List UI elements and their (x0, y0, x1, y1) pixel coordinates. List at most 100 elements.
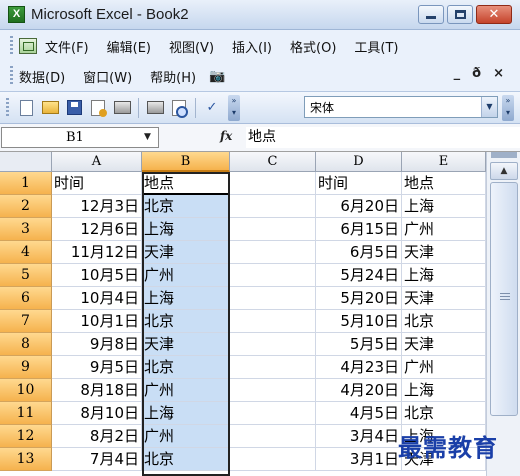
cell-e8[interactable]: 天津 (402, 333, 486, 356)
cell-e4[interactable]: 天津 (402, 241, 486, 264)
cell-a13[interactable]: 7月4日 (52, 448, 142, 471)
email-button[interactable] (112, 98, 132, 118)
cell-e3[interactable]: 广州 (402, 218, 486, 241)
cell-b1[interactable]: 地点 (142, 172, 230, 195)
print-button[interactable] (145, 98, 165, 118)
cell-a6[interactable]: 10月4日 (52, 287, 142, 310)
cell-b7[interactable]: 北京 (142, 310, 230, 333)
cell-a2[interactable]: 12月3日 (52, 195, 142, 218)
cell-a12[interactable]: 8月2日 (52, 425, 142, 448)
workbook-minimize-button[interactable]: _ (454, 66, 461, 81)
menu-grip[interactable] (10, 36, 13, 56)
chevron-down-icon[interactable]: ▼ (481, 97, 497, 117)
cell-a9[interactable]: 9月5日 (52, 356, 142, 379)
formatting-toolbar-options-button[interactable]: » ▾ (502, 95, 514, 121)
cell-d6[interactable]: 5月20日 (316, 287, 402, 310)
row-header-2[interactable]: 2 (0, 195, 52, 218)
cell-e7[interactable]: 北京 (402, 310, 486, 333)
cell-e10[interactable]: 上海 (402, 379, 486, 402)
cell-c2[interactable] (230, 195, 316, 218)
select-all-corner[interactable] (0, 152, 52, 172)
font-name-combo[interactable]: 宋体 ▼ (304, 96, 498, 118)
row-header-4[interactable]: 4 (0, 241, 52, 264)
cell-a10[interactable]: 8月18日 (52, 379, 142, 402)
cell-b4[interactable]: 天津 (142, 241, 230, 264)
row-header-12[interactable]: 12 (0, 425, 52, 448)
workbook-close-button[interactable]: × (493, 66, 504, 81)
cell-b6[interactable]: 上海 (142, 287, 230, 310)
cell-b12[interactable]: 广州 (142, 425, 230, 448)
permission-button[interactable] (88, 98, 108, 118)
menu-view[interactable]: 视图(V) (160, 37, 223, 56)
cell-a3[interactable]: 12月6日 (52, 218, 142, 241)
cell-d10[interactable]: 4月20日 (316, 379, 402, 402)
menu-window[interactable]: 窗口(W) (74, 67, 141, 86)
column-header-b[interactable]: B (142, 152, 230, 172)
cell-e6[interactable]: 天津 (402, 287, 486, 310)
row-header-1[interactable]: 1 (0, 172, 52, 195)
cell-e11[interactable]: 北京 (402, 402, 486, 425)
formula-input[interactable]: 地点 (246, 127, 520, 148)
column-header-d[interactable]: D (316, 152, 402, 172)
cell-d2[interactable]: 6月20日 (316, 195, 402, 218)
workbook-restore-button[interactable]: ð (472, 66, 481, 81)
row-header-10[interactable]: 10 (0, 379, 52, 402)
menu-file[interactable]: 文件(F) (45, 37, 98, 56)
close-button[interactable]: ✕ (476, 5, 512, 24)
open-button[interactable] (40, 98, 60, 118)
row-header-6[interactable]: 6 (0, 287, 52, 310)
row-header-7[interactable]: 7 (0, 310, 52, 333)
cell-c5[interactable] (230, 264, 316, 287)
cell-c10[interactable] (230, 379, 316, 402)
cell-c8[interactable] (230, 333, 316, 356)
menu-insert[interactable]: 插入(I) (223, 37, 281, 56)
column-header-c[interactable]: C (230, 152, 316, 172)
cell-c13[interactable] (230, 448, 316, 471)
scroll-thumb[interactable] (490, 182, 518, 416)
cell-c6[interactable] (230, 287, 316, 310)
cell-d12[interactable]: 3月4日 (316, 425, 402, 448)
cell-e2[interactable]: 上海 (402, 195, 486, 218)
save-button[interactable] (64, 98, 84, 118)
print-preview-button[interactable] (169, 98, 189, 118)
cell-e5[interactable]: 上海 (402, 264, 486, 287)
cell-a4[interactable]: 11月12日 (52, 241, 142, 264)
menu-tools[interactable]: 工具(T) (345, 37, 407, 56)
cell-e9[interactable]: 广州 (402, 356, 486, 379)
cell-d11[interactable]: 4月5日 (316, 402, 402, 425)
cell-c7[interactable] (230, 310, 316, 333)
row-header-9[interactable]: 9 (0, 356, 52, 379)
row-header-13[interactable]: 13 (0, 448, 52, 471)
cell-b2[interactable]: 北京 (142, 195, 230, 218)
cell-a8[interactable]: 9月8日 (52, 333, 142, 356)
cell-e1[interactable]: 地点 (402, 172, 486, 195)
row-header-3[interactable]: 3 (0, 218, 52, 241)
cell-d5[interactable]: 5月24日 (316, 264, 402, 287)
excel-app-icon[interactable]: X (8, 6, 25, 23)
cell-d8[interactable]: 5月5日 (316, 333, 402, 356)
cell-b11[interactable]: 上海 (142, 402, 230, 425)
row-header-8[interactable]: 8 (0, 333, 52, 356)
toolbar-grip[interactable] (6, 97, 9, 118)
name-box[interactable]: B1 (1, 127, 159, 148)
new-button[interactable] (16, 98, 36, 118)
row-header-11[interactable]: 11 (0, 402, 52, 425)
workbook-icon[interactable] (19, 38, 37, 54)
cell-b8[interactable]: 天津 (142, 333, 230, 356)
cell-d1[interactable]: 时间 (316, 172, 402, 195)
name-box-dropdown-icon[interactable]: ▼ (144, 127, 151, 148)
insert-function-icon[interactable]: fx (220, 129, 232, 143)
cell-c4[interactable] (230, 241, 316, 264)
cell-b3[interactable]: 上海 (142, 218, 230, 241)
cell-a5[interactable]: 10月5日 (52, 264, 142, 287)
cell-b5[interactable]: 广州 (142, 264, 230, 287)
toolbar-options-button[interactable]: » ▾ (228, 94, 240, 121)
cell-c9[interactable] (230, 356, 316, 379)
row-header-5[interactable]: 5 (0, 264, 52, 287)
menu-edit[interactable]: 编辑(E) (98, 37, 160, 56)
cell-c12[interactable] (230, 425, 316, 448)
cell-d9[interactable]: 4月23日 (316, 356, 402, 379)
minimize-button[interactable] (418, 5, 444, 24)
cell-a11[interactable]: 8月10日 (52, 402, 142, 425)
title-bar[interactable]: X Microsoft Excel - Book2 ✕ (0, 0, 520, 30)
